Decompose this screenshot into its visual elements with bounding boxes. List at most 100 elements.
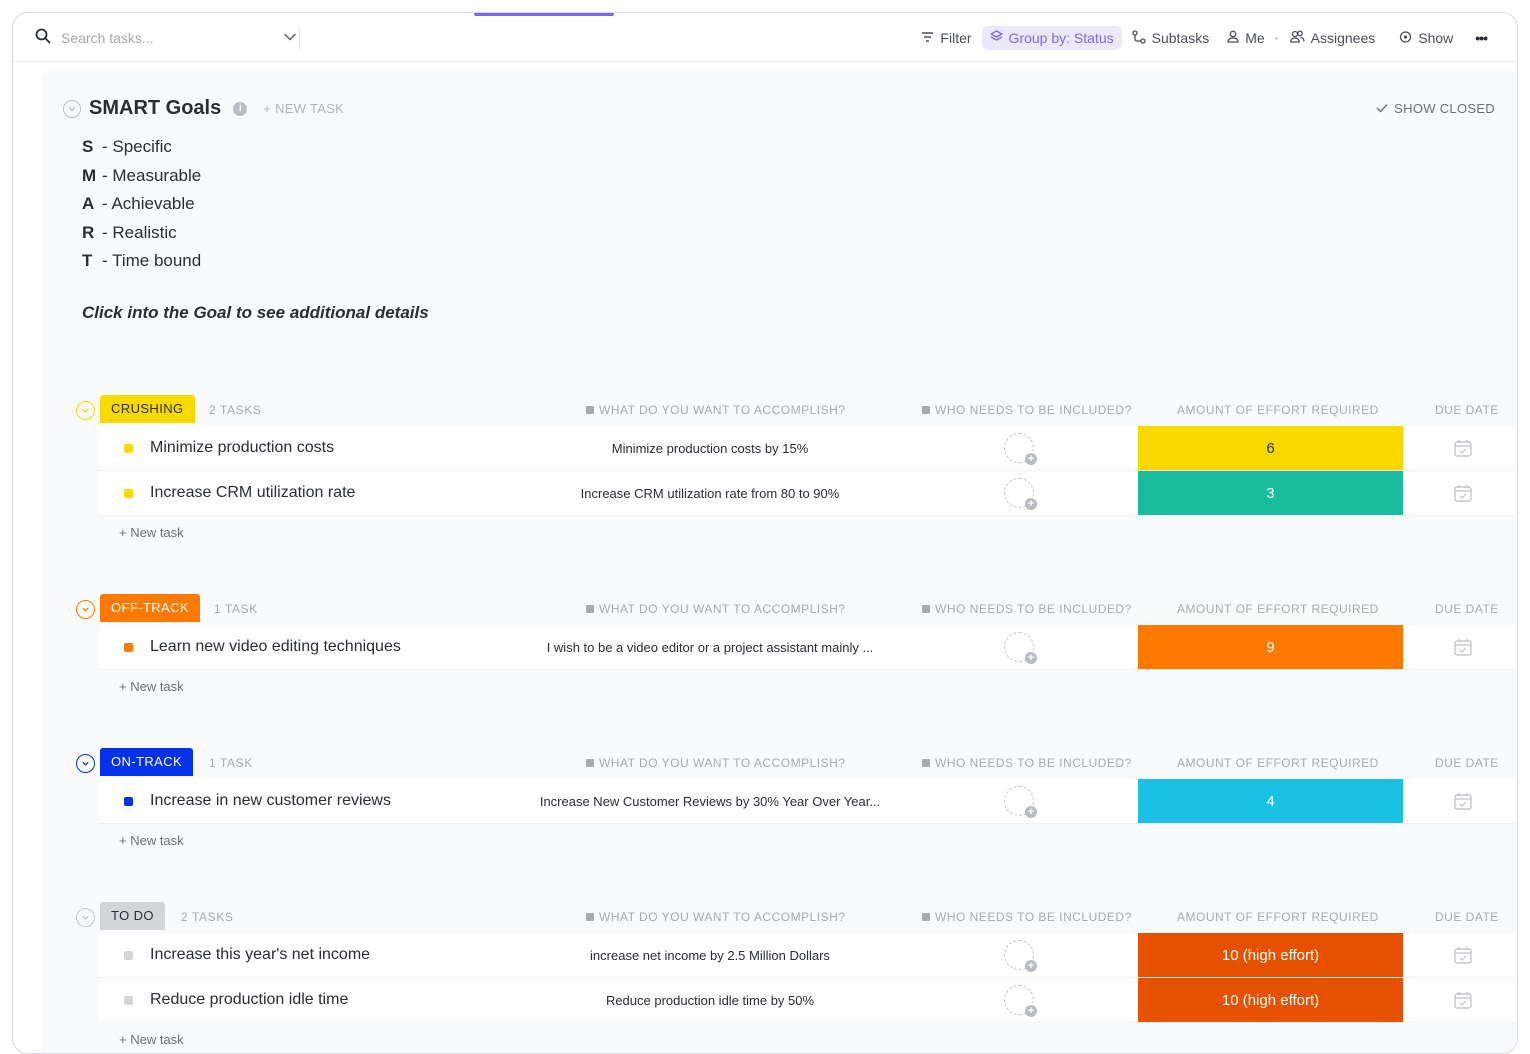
column-header-accomplish[interactable]: WHAT DO YOU WANT TO ACCOMPLISH? bbox=[586, 910, 845, 924]
new-task-button[interactable]: + New task bbox=[119, 525, 184, 540]
effort-cell[interactable]: 9 bbox=[1138, 625, 1403, 669]
users-icon bbox=[1289, 30, 1305, 46]
task-row[interactable]: Minimize production costs Minimize produ… bbox=[100, 426, 1517, 471]
subtasks-button[interactable]: Subtasks bbox=[1124, 26, 1218, 51]
column-header-effort[interactable]: AMOUNT OF EFFORT REQUIRED bbox=[1177, 403, 1379, 417]
accomplish-cell[interactable]: Minimize production costs by 15% bbox=[500, 441, 920, 456]
effort-cell[interactable]: 6 bbox=[1138, 426, 1403, 470]
column-header-label: DUE DATE bbox=[1435, 910, 1499, 924]
new-task-button[interactable]: + New task bbox=[119, 1032, 184, 1047]
subtasks-label: Subtasks bbox=[1151, 30, 1210, 46]
calendar-icon[interactable] bbox=[1453, 945, 1473, 970]
add-assignee-icon[interactable]: + bbox=[1004, 433, 1037, 465]
column-header-due-date[interactable]: DUE DATE bbox=[1435, 403, 1499, 417]
task-name[interactable]: Learn new video editing techniques bbox=[150, 638, 401, 656]
smart-line: M- Measurable bbox=[82, 162, 201, 191]
column-header-effort[interactable]: AMOUNT OF EFFORT REQUIRED bbox=[1177, 602, 1379, 616]
calendar-icon[interactable] bbox=[1453, 438, 1473, 463]
task-name[interactable]: Increase in new customer reviews bbox=[150, 792, 391, 810]
task-row[interactable]: Increase in new customer reviews Increas… bbox=[100, 779, 1517, 824]
effort-cell[interactable]: 4 bbox=[1138, 779, 1403, 823]
status-dot[interactable] bbox=[124, 951, 133, 960]
status-dot[interactable] bbox=[124, 444, 133, 453]
filter-button[interactable]: Filter bbox=[913, 26, 979, 50]
task-row[interactable]: Increase CRM utilization rate Increase C… bbox=[100, 471, 1517, 516]
me-button[interactable]: Me bbox=[1219, 26, 1272, 50]
calendar-icon[interactable] bbox=[1453, 990, 1473, 1015]
more-icon: ••• bbox=[1475, 30, 1488, 46]
accomplish-cell[interactable]: Increase CRM utilization rate from 80 to… bbox=[500, 486, 920, 501]
group-collapse-toggle[interactable] bbox=[76, 908, 95, 927]
new-task-header-button[interactable]: + NEW TASK bbox=[263, 101, 344, 116]
column-header-label: AMOUNT OF EFFORT REQUIRED bbox=[1177, 403, 1379, 417]
calendar-icon[interactable] bbox=[1453, 791, 1473, 816]
column-header-included[interactable]: WHO NEEDS TO BE INCLUDED? bbox=[922, 602, 1132, 616]
add-assignee-icon[interactable]: + bbox=[1004, 940, 1037, 972]
list-hint: Click into the Goal to see additional de… bbox=[82, 303, 429, 322]
calendar-icon[interactable] bbox=[1453, 483, 1473, 508]
people-field-icon bbox=[922, 759, 930, 767]
status-dot[interactable] bbox=[124, 489, 133, 498]
show-button[interactable]: Show bbox=[1391, 26, 1461, 50]
status-dot[interactable] bbox=[124, 996, 133, 1005]
group-collapse-toggle[interactable] bbox=[76, 401, 95, 420]
task-row[interactable]: Increase this year's net income increase… bbox=[100, 933, 1517, 978]
status-badge[interactable]: TO DO bbox=[100, 902, 165, 930]
column-header-due-date[interactable]: DUE DATE bbox=[1435, 756, 1499, 770]
effort-cell[interactable]: 3 bbox=[1138, 471, 1403, 515]
status-dot[interactable] bbox=[124, 643, 133, 652]
add-assignee-icon[interactable]: + bbox=[1004, 985, 1037, 1017]
new-task-button[interactable]: + New task bbox=[119, 833, 184, 848]
search-box[interactable] bbox=[35, 27, 297, 49]
add-assignee-icon[interactable]: + bbox=[1004, 478, 1037, 510]
search-input[interactable] bbox=[59, 29, 263, 47]
status-badge[interactable]: OFF-TRACK bbox=[100, 594, 200, 622]
accomplish-cell[interactable]: I wish to be a video editor or a project… bbox=[500, 640, 920, 655]
group-collapse-toggle[interactable] bbox=[76, 754, 95, 773]
status-badge[interactable]: CRUSHING bbox=[100, 395, 195, 423]
task-name[interactable]: Minimize production costs bbox=[150, 439, 334, 457]
list-content: SMART Goals i + NEW TASK SHOW CLOSED S - … bbox=[41, 71, 1517, 1053]
smart-letter: T bbox=[82, 251, 93, 271]
collapse-list-button[interactable] bbox=[63, 99, 81, 118]
column-header-accomplish[interactable]: WHAT DO YOU WANT TO ACCOMPLISH? bbox=[586, 602, 845, 616]
show-closed-button[interactable]: SHOW CLOSED bbox=[1376, 101, 1495, 116]
calendar-icon[interactable] bbox=[1453, 637, 1473, 662]
task-row[interactable]: Reduce production idle time Reduce produ… bbox=[100, 978, 1517, 1023]
task-name[interactable]: Reduce production idle time bbox=[150, 991, 348, 1009]
group-collapse-toggle[interactable] bbox=[76, 600, 95, 619]
add-assignee-icon[interactable]: + bbox=[1004, 632, 1037, 664]
column-header-effort[interactable]: AMOUNT OF EFFORT REQUIRED bbox=[1177, 910, 1379, 924]
accomplish-cell[interactable]: Increase New Customer Reviews by 30% Yea… bbox=[500, 794, 920, 809]
accomplish-cell[interactable]: Reduce production idle time by 50% bbox=[500, 993, 920, 1008]
group-by-label: Group by: Status bbox=[1008, 30, 1114, 46]
column-header-due-date[interactable]: DUE DATE bbox=[1435, 602, 1499, 616]
column-header-accomplish[interactable]: WHAT DO YOU WANT TO ACCOMPLISH? bbox=[586, 756, 845, 770]
column-header-due-date[interactable]: DUE DATE bbox=[1435, 910, 1499, 924]
effort-cell[interactable]: 10 (high effort) bbox=[1138, 933, 1403, 977]
chevron-down-icon[interactable] bbox=[283, 30, 297, 49]
column-header-included[interactable]: WHO NEEDS TO BE INCLUDED? bbox=[922, 910, 1132, 924]
column-header-included[interactable]: WHO NEEDS TO BE INCLUDED? bbox=[922, 756, 1132, 770]
add-assignee-icon[interactable]: + bbox=[1004, 786, 1037, 818]
assignees-button[interactable]: Assignees bbox=[1282, 26, 1384, 50]
more-options-button[interactable]: ••• bbox=[1467, 26, 1495, 50]
task-name[interactable]: Increase this year's net income bbox=[150, 946, 370, 964]
view-toolbar: Filter Group by: Status Subtasks Me Assi… bbox=[13, 13, 1517, 62]
column-header-label: WHAT DO YOU WANT TO ACCOMPLISH? bbox=[599, 403, 846, 417]
column-header-effort[interactable]: AMOUNT OF EFFORT REQUIRED bbox=[1177, 756, 1379, 770]
new-task-button[interactable]: + New task bbox=[119, 679, 184, 694]
column-header-label: DUE DATE bbox=[1435, 756, 1499, 770]
smart-letter: R bbox=[82, 222, 95, 242]
info-icon[interactable]: i bbox=[233, 101, 248, 116]
task-name[interactable]: Increase CRM utilization rate bbox=[150, 484, 355, 502]
subtasks-icon bbox=[1131, 29, 1146, 47]
accomplish-cell[interactable]: increase net income by 2.5 Million Dolla… bbox=[500, 948, 920, 963]
column-header-accomplish[interactable]: WHAT DO YOU WANT TO ACCOMPLISH? bbox=[586, 403, 845, 417]
status-badge[interactable]: ON-TRACK bbox=[100, 748, 194, 776]
group-by-button[interactable]: Group by: Status bbox=[981, 26, 1122, 50]
column-header-included[interactable]: WHO NEEDS TO BE INCLUDED? bbox=[922, 403, 1132, 417]
status-dot[interactable] bbox=[124, 797, 133, 806]
task-row[interactable]: Learn new video editing techniques I wis… bbox=[100, 625, 1517, 670]
effort-cell[interactable]: 10 (high effort) bbox=[1138, 978, 1403, 1022]
